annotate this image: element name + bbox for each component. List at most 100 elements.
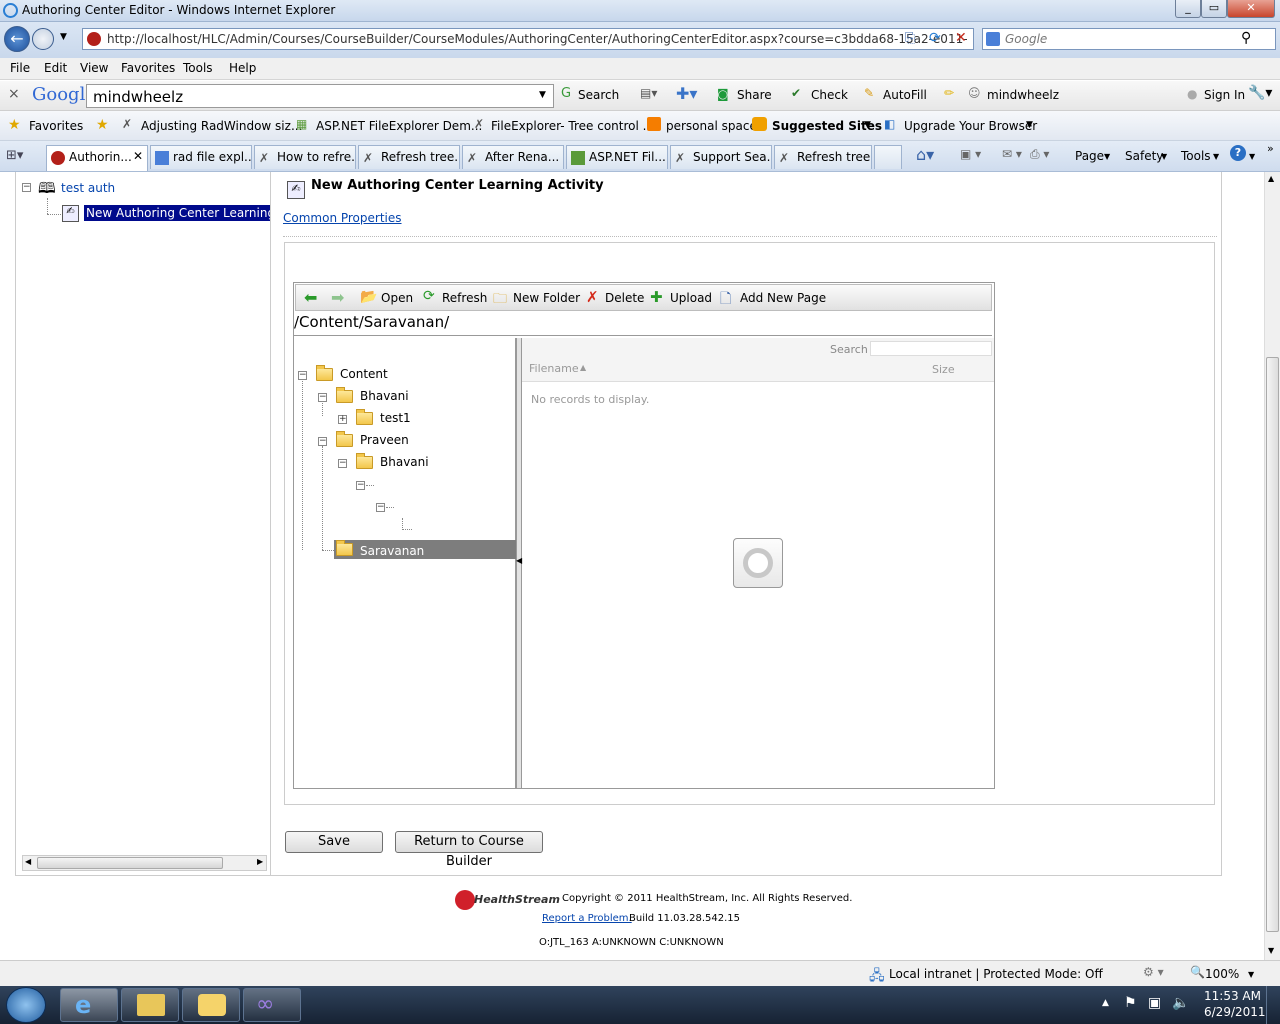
menu-view[interactable]: View bbox=[80, 61, 108, 75]
safety-menu[interactable]: Safety bbox=[1125, 149, 1163, 163]
refresh-icon[interactable]: ⟳ bbox=[929, 30, 941, 46]
expand-bhavani2-icon[interactable]: − bbox=[338, 459, 347, 468]
mail-icon[interactable]: ✉ ▾ bbox=[1002, 147, 1022, 161]
add-favorite-icon[interactable]: ★ bbox=[96, 117, 109, 133]
report-problem-link[interactable]: Report a Problem. bbox=[542, 913, 632, 924]
maximize-button[interactable]: ▭ bbox=[1201, 0, 1227, 18]
fav-item-6[interactable]: Upgrade Your Browser bbox=[904, 119, 1037, 133]
google-query-input[interactable]: mindwheelz ▼ bbox=[86, 84, 554, 108]
vertical-scrollbar[interactable]: ▲ ▼ bbox=[1264, 172, 1280, 960]
quick-tabs-icon[interactable]: ⊞▾ bbox=[6, 148, 23, 163]
upgrade-dropdown-icon[interactable]: ▼ bbox=[1026, 120, 1033, 130]
tree-node-saravanan[interactable]: Saravanan bbox=[360, 544, 424, 558]
save-button[interactable]: Save bbox=[285, 831, 383, 853]
taskbar-vs[interactable]: ∞ bbox=[243, 988, 301, 1022]
menu-edit[interactable]: Edit bbox=[44, 61, 67, 75]
clock-date[interactable]: 6/29/2011 bbox=[1204, 1005, 1266, 1019]
refresh-button[interactable]: Refresh bbox=[442, 291, 487, 305]
back-button[interactable]: ← bbox=[4, 26, 30, 52]
expand-content-icon[interactable]: − bbox=[298, 371, 307, 380]
plus-icon[interactable]: ✚▾ bbox=[676, 84, 697, 103]
start-button[interactable] bbox=[6, 987, 46, 1023]
fav-item-2[interactable]: ASP.NET FileExplorer Dem... bbox=[316, 119, 482, 133]
stop-icon[interactable]: ✕ bbox=[955, 30, 967, 46]
delete-button[interactable]: Delete bbox=[605, 291, 644, 305]
grid-search-input[interactable] bbox=[870, 341, 992, 356]
common-properties-link[interactable]: Common Properties bbox=[283, 211, 402, 225]
collapse-icon[interactable]: − bbox=[22, 183, 31, 192]
check-button[interactable]: Check bbox=[811, 88, 848, 102]
favorites-button[interactable]: Favorites bbox=[29, 119, 83, 133]
share-button[interactable]: Share bbox=[737, 88, 772, 102]
clock-time[interactable]: 11:53 AM bbox=[1204, 989, 1261, 1003]
new-folder-button[interactable]: New Folder bbox=[513, 291, 580, 305]
taskbar-outlook[interactable] bbox=[182, 988, 240, 1022]
tab-support[interactable]: ✗ Support Sea... bbox=[670, 145, 772, 169]
user-name[interactable]: mindwheelz bbox=[987, 88, 1059, 102]
autofill-button[interactable]: AutoFill bbox=[883, 88, 927, 102]
zoom-dropdown-icon[interactable]: ▼ bbox=[1248, 970, 1254, 979]
tab-close-icon[interactable]: ✕ bbox=[133, 149, 143, 163]
signin-button[interactable]: Sign In bbox=[1204, 88, 1245, 102]
toolbar-close-icon[interactable]: × bbox=[8, 86, 20, 102]
scroll-down-icon[interactable]: ▼ bbox=[1268, 946, 1274, 955]
chevron-right-icon[interactable]: » bbox=[1267, 142, 1274, 155]
horizontal-scrollbar[interactable]: ◀ ▶ bbox=[22, 855, 267, 871]
tab-authoring[interactable]: Authorin... ✕ bbox=[46, 145, 148, 171]
history-dropdown-icon[interactable]: ▼ bbox=[60, 32, 67, 42]
network-icon[interactable]: ▣ bbox=[1148, 995, 1161, 1011]
help-icon[interactable]: ? bbox=[1230, 145, 1246, 161]
address-bar[interactable]: http://localhost/HLC/Admin/Courses/Cours… bbox=[82, 28, 974, 50]
tree-node-praveen[interactable]: Praveen bbox=[360, 433, 409, 447]
open-button[interactable]: Open bbox=[381, 291, 413, 305]
tree-node-test1[interactable]: test1 bbox=[380, 411, 411, 425]
new-tab-button[interactable] bbox=[874, 145, 902, 169]
search-box[interactable]: Google ⚲ bbox=[982, 28, 1276, 50]
fav-item-1[interactable]: Adjusting RadWindow siz... bbox=[141, 119, 302, 133]
highlight-icon[interactable]: ✏ bbox=[944, 86, 954, 100]
fav-item-3[interactable]: FileExplorer- Tree control ... bbox=[491, 119, 654, 133]
col-size[interactable]: Size bbox=[932, 363, 955, 376]
tree-node-bhavani2[interactable]: Bhavani bbox=[380, 455, 429, 469]
add-new-page-button[interactable]: Add New Page bbox=[740, 291, 826, 305]
return-to-course-builder-button[interactable]: Return to Course Builder bbox=[395, 831, 543, 869]
scroll-right-icon[interactable]: ▶ bbox=[257, 857, 263, 866]
expand-bhavani-icon[interactable]: − bbox=[318, 393, 327, 402]
tree-node-bhavani[interactable]: Bhavani bbox=[360, 389, 409, 403]
volume-icon[interactable]: 🔈 bbox=[1172, 995, 1189, 1011]
tab-how-to[interactable]: ✗ How to refre... bbox=[254, 145, 356, 169]
print-icon[interactable]: ⎙ ▾ bbox=[1030, 147, 1049, 162]
forward-arrow-icon[interactable]: ➡ bbox=[331, 288, 344, 307]
scroll-left-icon[interactable]: ◀ bbox=[25, 857, 31, 866]
scroll-thumb[interactable] bbox=[1266, 357, 1279, 932]
tree-selected-activity[interactable]: New Authoring Center Learning A bbox=[84, 205, 270, 221]
menu-favorites[interactable]: Favorites bbox=[121, 61, 175, 75]
menu-tools[interactable]: Tools bbox=[183, 61, 213, 75]
tree-node-content[interactable]: Content bbox=[340, 367, 388, 381]
expand-praveen-icon[interactable]: − bbox=[318, 437, 327, 446]
wrench-icon[interactable]: 🔧▾ bbox=[1248, 85, 1272, 101]
close-window-button[interactable]: ✕ bbox=[1227, 0, 1275, 18]
expand-empty-icon[interactable]: − bbox=[356, 481, 365, 490]
security-icon[interactable]: ⚙ ▾ bbox=[1143, 965, 1164, 979]
upload-button[interactable]: Upload bbox=[670, 291, 712, 305]
scroll-thumb[interactable] bbox=[37, 857, 223, 869]
suggested-dropdown-icon[interactable]: ▼ bbox=[864, 120, 871, 130]
tab-refresh-2[interactable]: ✗ Refresh tree... bbox=[774, 145, 872, 169]
taskbar-ie[interactable]: e bbox=[60, 988, 118, 1022]
tab-after-rena[interactable]: ✗ After Rena... bbox=[462, 145, 564, 169]
scroll-up-icon[interactable]: ▲ bbox=[1268, 174, 1274, 183]
flag-icon[interactable]: ⚑ bbox=[1124, 995, 1137, 1011]
help-dropdown-icon[interactable]: ▼ bbox=[1249, 152, 1255, 161]
expand-test1-icon[interactable]: + bbox=[338, 415, 347, 424]
forward-button[interactable] bbox=[32, 28, 54, 50]
compatibility-icon[interactable]: ⎘ bbox=[905, 31, 915, 46]
tree-root-test-auth[interactable]: test auth bbox=[61, 181, 115, 195]
tools-menu[interactable]: Tools bbox=[1181, 149, 1211, 163]
fav-item-4[interactable]: personal space bbox=[666, 119, 757, 133]
home-icon[interactable]: ⌂▾ bbox=[916, 145, 934, 164]
query-dropdown-icon[interactable]: ▼ bbox=[539, 90, 546, 100]
taskbar-explorer[interactable] bbox=[121, 988, 179, 1022]
search-icon[interactable]: ⚲ bbox=[1241, 30, 1251, 46]
tray-up-icon[interactable]: ▲ bbox=[1102, 998, 1109, 1008]
